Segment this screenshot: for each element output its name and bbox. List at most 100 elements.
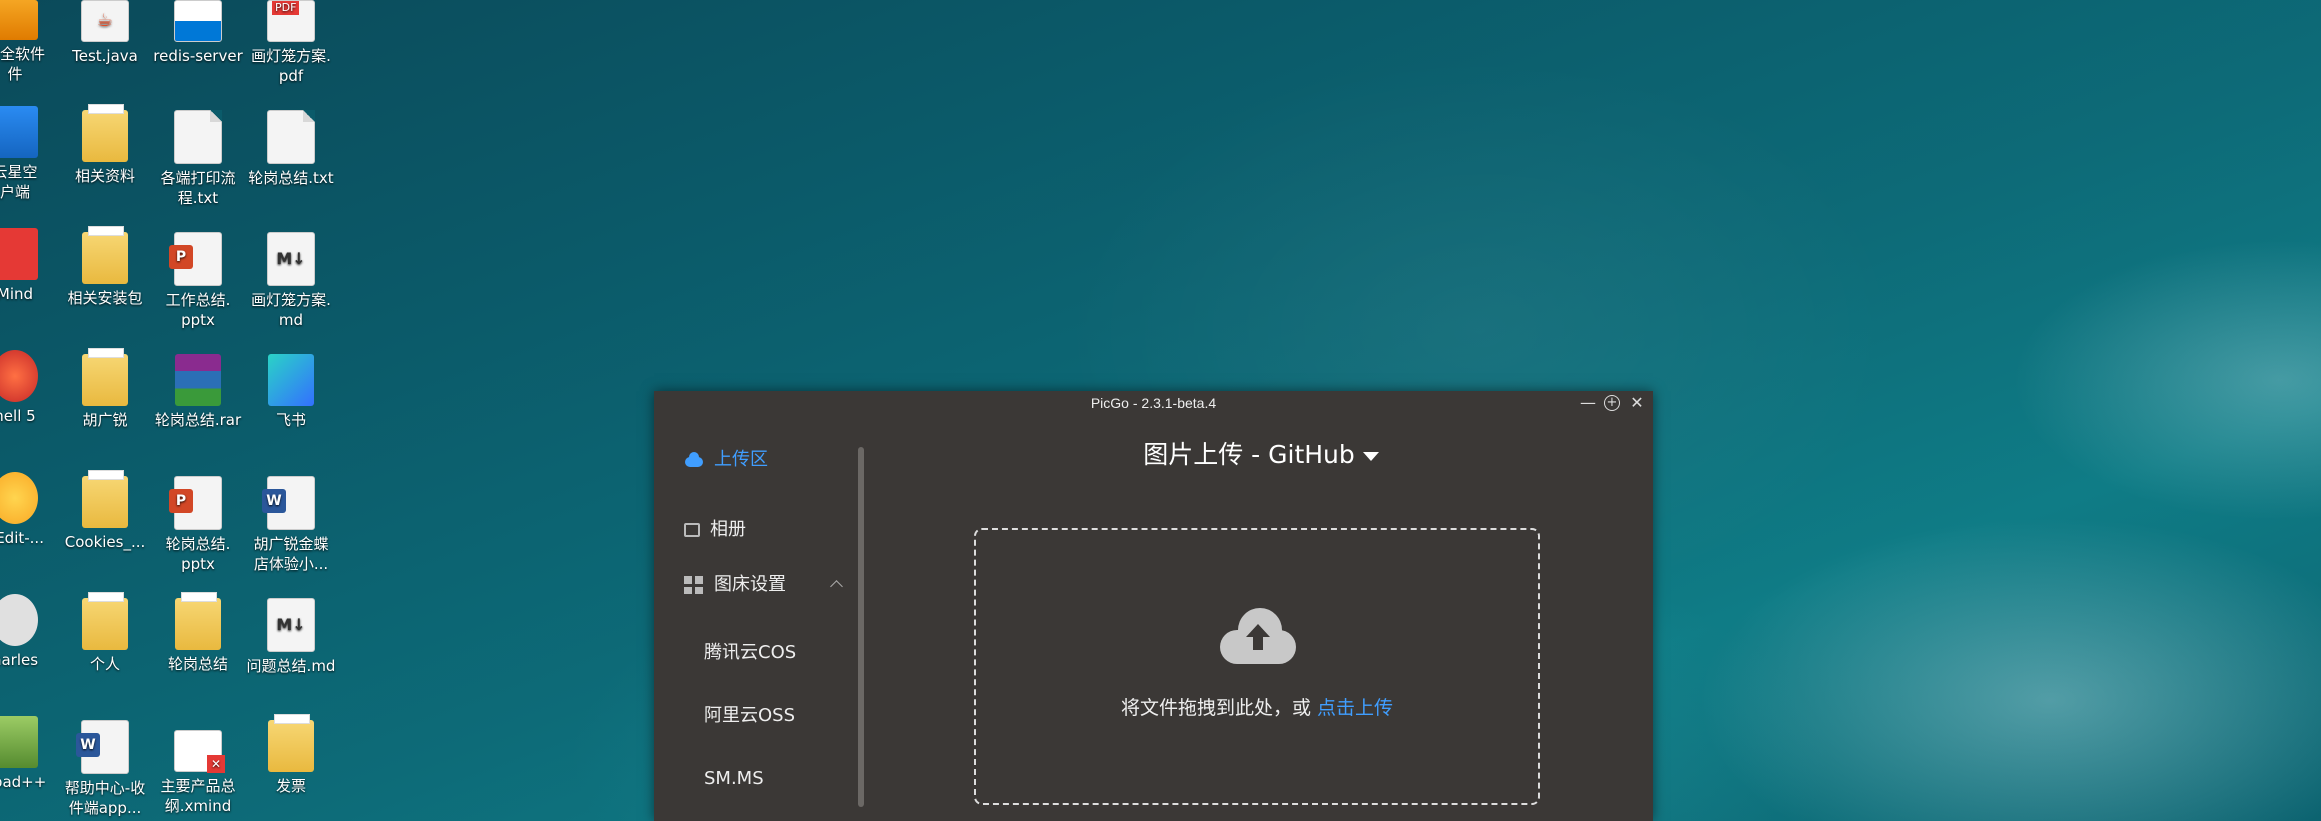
sidebar-subitem-smms[interactable]: SM.MS [704,764,764,794]
java-file-icon: ☕ [81,0,129,42]
upload-cloud-icon [1220,608,1296,664]
picbed-title: 图片上传 - GitHub [1143,440,1355,469]
folder-icon [82,104,128,162]
desktop-icon-product-xmind[interactable]: ✕ 主要产品总 纲.xmind [153,730,243,816]
desktop-icon-hu-kingdee[interactable]: W 胡广锐金蝶 店体验小... [246,476,336,574]
desktop-icon-label: 工作总结. [165,291,231,309]
notepad-icon [0,716,38,768]
desktop-icon-label: 胡广锐 [82,411,128,429]
desktop-icon-label: 安全软件 [0,45,45,63]
desktop-icon-label: hell 5 [0,407,36,425]
desktop-icon-label: redis-server [153,47,243,65]
desktop-icon-label-line2: 件端app... [68,799,142,817]
text-file-icon [174,110,222,164]
desktop-icon-redis-server[interactable]: redis-server [153,0,243,66]
word-file-icon: W [262,476,315,530]
close-icon[interactable]: ✕ [1629,395,1645,411]
chevron-up-icon[interactable] [830,580,843,593]
desktop-icon-label-line2: 户端 [0,183,30,201]
desktop-icon-lantern-pdf[interactable]: PDF 画灯笼方案. pdf [246,0,336,86]
desktop-icon-invoice[interactable]: 发票 [246,714,336,796]
desktop-icon-label: aEdit-... [0,529,44,547]
desktop-icon-label: epad++ [0,773,47,791]
desktop-icon-rotation-pptx[interactable]: P 轮岗总结. pptx [153,476,243,574]
picgo-window: PicGo - 2.3.1-beta.4 — + ✕ 上传区 相册 图床设置 腾… [654,391,1653,821]
ppt-file-icon: P [169,476,222,530]
desktop-icon-xshell[interactable]: hell 5 [0,350,60,426]
ultraedit-icon [0,472,38,524]
ppt-file-icon: P [169,232,222,286]
desktop-icon-ultraedit[interactable]: aEdit-... [0,472,60,548]
desktop-icon-charles[interactable]: harles [0,594,60,670]
desktop-icon-rotation-folder[interactable]: 轮岗总结 [153,592,243,674]
desktop-icon-label: 个人 [89,655,120,673]
desktop-icon-label: Mind [0,285,34,303]
desktop-icon-hu[interactable]: 胡广锐 [60,348,150,430]
upload-dropzone[interactable]: 将文件拖拽到此处，或 点击上传 [974,528,1540,805]
xmind-file-icon: ✕ [174,730,225,773]
sidebar-item-album[interactable]: 相册 [684,515,746,545]
desktop-icon-label-line2: 纲.xmind [164,797,232,815]
folder-icon [268,714,314,772]
sidebar-item-picbed-settings[interactable]: 图床设置 [684,570,786,600]
desktop-icon-rotation-txt[interactable]: 轮岗总结.txt [246,110,336,188]
desktop-icon-work-summary[interactable]: P 工作总结. pptx [153,232,243,330]
desktop-icon-personal[interactable]: 个人 [60,592,150,674]
word-file-icon: W [76,720,129,774]
shield-icon [0,0,38,40]
desktop-icon-lantern-md[interactable]: M↓ 画灯笼方案. md [246,232,336,330]
sidebar-subitem-tencent-cos[interactable]: 腾讯云COS [704,638,796,668]
desktop-icon-help-center[interactable]: W 帮助中心-收 件端app... [60,720,150,818]
sidebar-scrollbar[interactable] [858,447,864,807]
desktop-icon-print-flow[interactable]: 各端打印流 程.txt [153,110,243,208]
desktop-icon-feishu[interactable]: 飞书 [246,354,336,430]
desktop-icon-label: 云星空 [0,163,38,181]
caret-down-icon [1362,451,1379,461]
sidebar-subitem-aliyun-oss[interactable]: 阿里云OSS [704,701,795,731]
desktop-icon-related-docs[interactable]: 相关资料 [60,104,150,186]
desktop-icon-xmind[interactable]: Mind [0,228,60,304]
desktop-icon-label: 轮岗总结.rar [154,411,242,429]
desktop-icon-label: 画灯笼方案. [251,291,331,309]
pdf-file-icon: PDF [267,0,315,42]
markdown-file-icon: M↓ [267,232,315,286]
folder-icon [82,470,128,528]
picbed-selector[interactable]: 图片上传 - GitHub [869,435,1653,475]
folder-icon [175,592,221,650]
minimize-icon[interactable]: — [1580,395,1596,411]
sidebar-item-upload[interactable]: 上传区 [684,445,768,475]
folder-icon [82,592,128,650]
desktop-icon-label-line2: pptx [181,555,215,573]
click-upload-link[interactable]: 点击上传 [1317,697,1393,719]
desktop-icon-label: 飞书 [275,411,306,429]
sidebar-item-label: 上传区 [714,449,768,470]
desktop-icon-issue-md[interactable]: M↓ 问题总结.md [246,598,336,676]
sidebar: 上传区 相册 图床设置 腾讯云COS 阿里云OSS SM.MS [654,415,869,821]
desktop-icon-cookies[interactable]: Cookies_... [60,470,150,552]
shortcut-icon [174,0,222,42]
desktop-icon-install-pkgs[interactable]: 相关安装包 [60,226,150,308]
desktop-icon-label: 相关安装包 [67,289,143,307]
desktop-icon-label: 问题总结.md [246,657,336,675]
desktop-icon-security[interactable]: 安全软件 件 [0,0,60,84]
desktop-icon-kingdee[interactable]: 云星空 户端 [0,106,60,202]
rar-archive-icon [175,354,221,406]
dropzone-hint: 将文件拖拽到此处，或 [1120,697,1318,719]
desktop-icon-test-java[interactable]: ☕ Test.java [60,0,150,66]
app-icon [0,106,38,158]
desktop-icon-notepadpp[interactable]: epad++ [0,716,60,792]
maximize-icon[interactable]: + [1604,395,1620,411]
desktop-icon-label: 画灯笼方案. [251,47,331,65]
sidebar-item-label: 相册 [710,519,746,540]
desktop-icon-rar[interactable]: 轮岗总结.rar [153,354,243,430]
desktop-icon-label: Test.java [72,47,138,65]
text-file-icon [267,110,315,164]
window-title: PicGo - 2.3.1-beta.4 [1090,395,1217,411]
desktop-icon-label: Cookies_... [64,533,146,551]
desktop-icon-label: 帮助中心-收 [64,779,146,797]
window-titlebar[interactable]: PicGo - 2.3.1-beta.4 — + ✕ [654,391,1653,415]
desktop-icon-label: 轮岗总结 [167,655,228,673]
desktop-icon-label-line2: pptx [181,311,215,329]
sidebar-item-label: 图床设置 [714,574,786,595]
desktop-icon-label: 轮岗总结. [165,535,231,553]
